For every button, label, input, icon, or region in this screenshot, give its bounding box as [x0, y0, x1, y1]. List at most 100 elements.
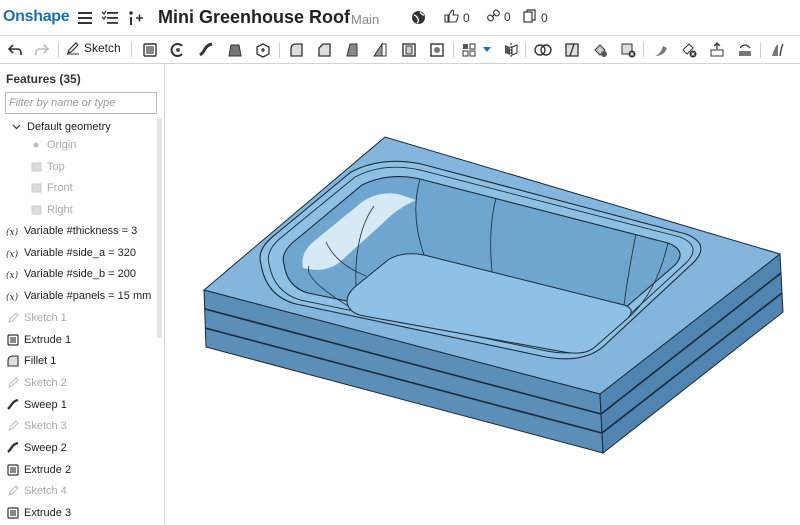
move-face-icon — [710, 42, 724, 57]
globe-icon[interactable] — [410, 9, 426, 25]
hole-tool[interactable] — [426, 39, 448, 61]
move-face-tool[interactable] — [706, 39, 728, 61]
sketch-label: Sketch — [84, 41, 121, 55]
split-icon — [565, 43, 579, 57]
chamfer-tool[interactable] — [313, 39, 335, 61]
feature-item[interactable]: (x) Variable #side_a = 320 — [0, 243, 160, 263]
svg-text:(x): (x) — [6, 249, 19, 258]
graphics-viewport[interactable] — [166, 64, 800, 525]
thicken-tool[interactable] — [252, 39, 274, 61]
feature-item[interactable]: (x) Variable #side_b = 200 — [0, 264, 160, 284]
feature-label: Sketch 4 — [24, 485, 67, 498]
feature-item[interactable]: Extrude 1 — [0, 330, 160, 350]
feature-label: Variable #side_a = 320 — [24, 246, 137, 259]
copies-count: 0 — [541, 10, 548, 25]
extrude-tool[interactable] — [139, 39, 161, 61]
delete-face-tool[interactable] — [678, 39, 700, 61]
transform-tool[interactable] — [589, 39, 611, 61]
feature-item[interactable]: Sketch 2 — [0, 373, 160, 393]
top-bar: Onshape Mini Greenhouse Roof Main 0 0 0 — [0, 0, 800, 36]
geometry-item-origin[interactable]: Origin — [0, 135, 160, 155]
copy-icon — [523, 9, 537, 26]
revolve-icon — [170, 43, 183, 57]
part-model[interactable] — [166, 64, 800, 525]
feature-item[interactable]: Sketch 1 — [0, 308, 160, 328]
toolbar-separator — [760, 42, 761, 58]
branch-name[interactable]: Main — [351, 12, 379, 27]
toolbar-separator — [279, 42, 280, 58]
feature-item[interactable]: Extrude 3 — [0, 503, 160, 523]
chamfer-icon — [318, 43, 331, 57]
geometry-item-top[interactable]: Top — [0, 157, 160, 177]
delete-part-tool[interactable] — [617, 39, 639, 61]
likes-stat[interactable]: 0 — [444, 9, 470, 26]
shell-tool[interactable] — [398, 39, 420, 61]
geometry-item-label: Origin — [47, 139, 77, 151]
modify-fillet-tool[interactable] — [650, 39, 672, 61]
feature-list-icon[interactable] — [100, 9, 120, 27]
redo-icon — [35, 44, 49, 55]
svg-text:(x): (x) — [6, 270, 19, 279]
toolbar-separator — [58, 42, 59, 58]
insert-icon[interactable] — [126, 9, 144, 27]
draft-tool[interactable] — [341, 39, 363, 61]
feature-item[interactable]: Sketch 4 — [0, 481, 160, 501]
offset-surface-tool[interactable] — [766, 39, 788, 61]
revolve-tool[interactable] — [166, 39, 188, 61]
links-stat[interactable]: 0 — [487, 9, 511, 25]
fillet-tool[interactable] — [285, 39, 307, 61]
geometry-item-label: Top — [47, 161, 65, 173]
rib-tool[interactable] — [369, 39, 391, 61]
fillet-icon — [6, 354, 20, 368]
loft-tool[interactable] — [224, 39, 246, 61]
redo-button[interactable] — [31, 39, 53, 61]
feature-label: Sketch 2 — [24, 376, 67, 389]
variable-icon: (x) — [6, 224, 20, 238]
sweep-icon — [6, 441, 20, 455]
boolean-tool[interactable] — [532, 39, 554, 61]
rib-icon — [373, 42, 387, 57]
draft-icon — [346, 43, 358, 57]
feature-item[interactable]: Extrude 2 — [0, 460, 160, 480]
loft-icon — [228, 44, 242, 57]
feature-item[interactable]: Sweep 2 — [0, 438, 160, 458]
feature-item[interactable]: Fillet 1 — [0, 351, 160, 371]
document-title[interactable]: Mini Greenhouse Roof — [158, 7, 350, 28]
undo-icon — [8, 44, 22, 55]
feature-label: Fillet 1 — [24, 355, 57, 368]
toolbar-separator — [453, 42, 454, 58]
feature-toolbar: Sketch — [0, 36, 800, 64]
feature-item[interactable]: (x) Variable #panels = 15 mm — [0, 286, 160, 306]
default-geometry-folder[interactable]: Default geometry — [0, 117, 160, 137]
geometry-item-front[interactable]: Front — [0, 178, 160, 198]
feature-filter-input[interactable]: Filter by name or type — [5, 92, 157, 114]
geometry-item-right[interactable]: Right — [0, 200, 160, 220]
copies-stat[interactable]: 0 — [523, 9, 548, 26]
extrude-icon — [6, 463, 20, 477]
transform-icon — [594, 44, 607, 57]
mirror-tool[interactable] — [500, 39, 522, 61]
undo-button[interactable] — [4, 39, 26, 61]
sketch-icon — [6, 311, 20, 325]
feature-item[interactable]: Sketch 3 — [0, 416, 160, 436]
feature-item[interactable]: (x) Variable #thickness = 3 — [0, 221, 160, 241]
chevron-down-icon[interactable] — [9, 120, 23, 134]
feature-label: Extrude 3 — [24, 507, 72, 520]
plane-icon — [29, 160, 43, 174]
delete-face-icon — [682, 43, 697, 58]
replace-face-tool[interactable] — [734, 39, 756, 61]
pattern-tool[interactable] — [458, 39, 480, 61]
hamburger-menu-icon[interactable] — [76, 9, 94, 27]
split-tool[interactable] — [561, 39, 583, 61]
feature-item[interactable]: Sweep 1 — [0, 395, 160, 415]
sweep-tool[interactable] — [195, 39, 217, 61]
variable-icon: (x) — [6, 289, 20, 303]
onshape-logo[interactable]: Onshape — [3, 8, 70, 26]
toolbar-separator — [525, 42, 526, 58]
feature-label: Variable #side_b = 200 — [24, 268, 137, 281]
boolean-icon — [534, 44, 552, 56]
plane-icon — [29, 181, 43, 195]
fillet-icon — [290, 43, 303, 57]
pattern-dropdown[interactable] — [480, 39, 494, 61]
sketch-button[interactable]: Sketch — [66, 41, 121, 55]
